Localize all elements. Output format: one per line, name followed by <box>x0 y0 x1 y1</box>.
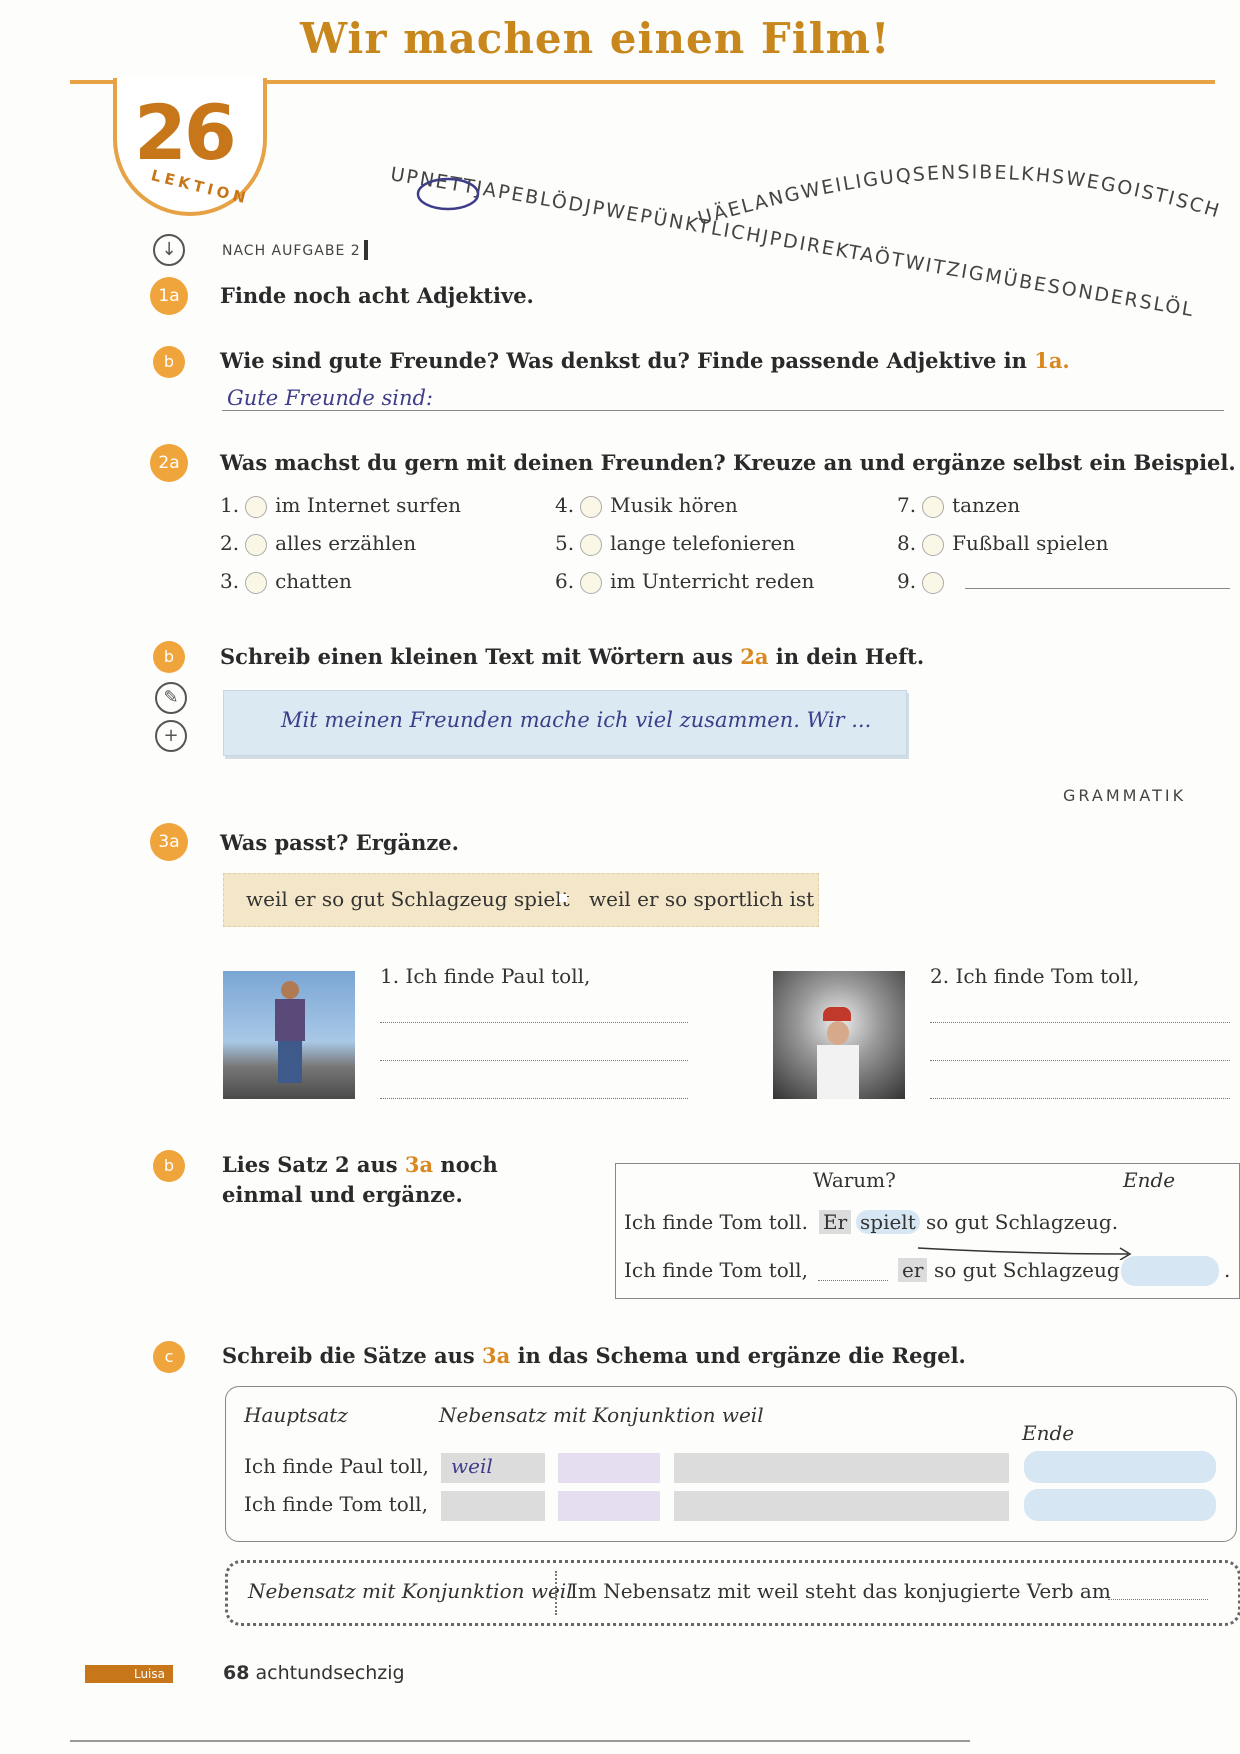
answer-blank[interactable] <box>818 1280 888 1281</box>
checkbox-circle[interactable] <box>580 495 603 518</box>
table-row-2-rest: so gut Schlagzeug <box>934 1258 1120 1282</box>
exercise-badge-3c: c <box>153 1341 185 1373</box>
word-bank: weil er so gut Schlagzeug spielt weil er… <box>223 873 819 927</box>
checklist-item: 1. im Internet surfen <box>220 493 461 518</box>
sentence-3a-1: 1. Ich finde Paul toll, <box>380 964 591 988</box>
puzzle-line-2: UÄELANGWEILIGUQSENSIBELKHSWEGOISTISCH <box>696 161 1222 229</box>
exercise-badge-3a: 3a <box>150 823 188 861</box>
grammar-schema: Hauptsatz Nebensatz mit Konjunktion weil… <box>225 1386 1237 1542</box>
word-bank-option[interactable]: weil er so gut Schlagzeug spielt <box>246 887 570 911</box>
photo-paul <box>223 971 355 1099</box>
schema-row-1: Ich finde Paul toll, <box>244 1454 429 1478</box>
table-row-1-subject: Er <box>819 1210 852 1234</box>
download-arrow-icon: ↓ <box>153 234 185 266</box>
checklist-item: 8. Fußball spielen <box>897 531 1109 556</box>
page-bottom-edge <box>70 1740 970 1742</box>
exercise-badge-2a: 2a <box>150 444 188 482</box>
example-sentence: Mit meinen Freunden mache ich viel zusam… <box>281 708 872 732</box>
checklist-item: 9. <box>897 569 952 594</box>
word-bank-option[interactable]: weil er so sportlich ist <box>589 887 814 911</box>
table-row-1-rest: so gut Schlagzeug. <box>926 1210 1119 1234</box>
exercise-2b-instruction: Schreib einen kleinen Text mit Wörtern a… <box>220 644 925 669</box>
answer-line-1b[interactable] <box>222 410 1224 411</box>
lesson-number: 26 <box>134 88 237 177</box>
table-row-1-verb: spielt <box>856 1210 920 1234</box>
checklist-item: 5. lange telefonieren <box>555 531 796 556</box>
sentence-3a-2: 2. Ich finde Tom toll, <box>930 964 1140 988</box>
schema-slot-middle[interactable] <box>674 1453 1009 1483</box>
schema-head-end: Ende <box>1022 1421 1075 1445</box>
verb-answer-slot[interactable] <box>1121 1256 1219 1286</box>
schema-slot-conjunction[interactable]: weil <box>441 1453 545 1483</box>
schema-slot-subject[interactable] <box>558 1453 660 1483</box>
checkbox-circle[interactable] <box>580 533 603 556</box>
schema-slot-subject[interactable] <box>558 1491 660 1521</box>
schema-slot-end[interactable] <box>1024 1451 1216 1483</box>
rule-divider <box>555 1571 557 1615</box>
table-head-warum: Warum? <box>813 1168 896 1192</box>
exercise-badge-1b: b <box>153 346 185 378</box>
exercise-1b-instruction: Wie sind gute Freunde? Was denkst du? Fi… <box>220 348 1070 373</box>
checkbox-circle[interactable] <box>922 571 945 594</box>
exercise-badge-1a: 1a <box>150 277 188 315</box>
checklist-item: 4. Musik hören <box>555 493 738 518</box>
exercise-1b-ref: 1a. <box>1034 348 1070 373</box>
schema-slot-conjunction[interactable] <box>441 1491 545 1521</box>
rule-box: Nebensatz mit Konjunktion weil Im Nebens… <box>225 1560 1240 1626</box>
handwritten-answer-1b: Gute Freunde sind: <box>227 386 434 410</box>
answer-line[interactable] <box>380 1098 688 1099</box>
checklist-item: 2. alles erzählen <box>220 531 417 556</box>
exercise-1b-text: Wie sind gute Freunde? Was denkst du? Fi… <box>220 348 1027 373</box>
svg-text:UÄELANGWEILIGUQSENSIBELKHSWEGO: UÄELANGWEILIGUQSENSIBELKHSWEGOISTISCH <box>696 161 1224 229</box>
rule-label: Nebensatz mit Konjunktion weil <box>248 1579 573 1603</box>
section-note: NACH AUFGABE 2 <box>222 243 361 259</box>
table-row-2-end: . <box>1224 1258 1231 1282</box>
section-marker <box>364 240 368 260</box>
schema-row-2: Ich finde Tom toll, <box>244 1492 428 1516</box>
checklist-item: 3. chatten <box>220 569 352 594</box>
table-row-2-start: Ich finde Tom toll, <box>624 1258 808 1282</box>
answer-line[interactable] <box>930 1098 1230 1099</box>
exercise-3c-instruction: Schreib die Sätze aus 3a in das Schema u… <box>222 1343 966 1368</box>
example-box: Mit meinen Freunden mache ich viel zusam… <box>223 690 907 756</box>
checklist-item: 6. im Unterricht reden <box>555 569 815 594</box>
page-title: Wir machen einen Film! <box>300 14 891 63</box>
checkbox-circle[interactable] <box>922 533 945 556</box>
exercise-3a-instruction: Was passt? Ergänze. <box>220 830 459 855</box>
answer-line[interactable] <box>380 1022 688 1023</box>
checkbox-circle[interactable] <box>922 495 945 518</box>
exercise-1a-instruction: Finde noch acht Adjektive. <box>220 283 534 308</box>
answer-line[interactable] <box>930 1022 1230 1023</box>
answer-line[interactable] <box>930 1060 1230 1061</box>
checklist-item: 7. tanzen <box>897 493 1021 518</box>
option-separator <box>559 894 567 902</box>
sentence-table: Warum? Ende Ich finde Tom toll. Er spiel… <box>615 1163 1240 1299</box>
schema-head-main: Hauptsatz <box>244 1403 348 1427</box>
exercise-2a-instruction: Was machst du gern mit deinen Freunden? … <box>220 450 1236 475</box>
rule-answer-blank[interactable] <box>1108 1599 1208 1600</box>
photo-tom <box>773 971 905 1099</box>
schema-slot-middle[interactable] <box>674 1491 1009 1521</box>
page-number: 68 achtundsechzig <box>223 1662 405 1684</box>
schema-slot-end[interactable] <box>1024 1489 1216 1521</box>
table-head-ende: Ende <box>1123 1168 1176 1192</box>
table-row-1-start: Ich finde Tom toll. <box>624 1210 808 1234</box>
character-tab: Luisa <box>85 1665 173 1683</box>
checkbox-circle[interactable] <box>245 571 268 594</box>
checkbox-circle[interactable] <box>245 533 268 556</box>
plus-icon: + <box>155 720 187 752</box>
table-row-2-subject: er <box>898 1258 928 1282</box>
exercise-3b-instruction: Lies Satz 2 aus 3a noch einmal und ergän… <box>222 1152 498 1207</box>
exercise-badge-2b: b <box>153 641 185 673</box>
checkbox-circle[interactable] <box>580 571 603 594</box>
grammar-heading: GRAMMATIK <box>1063 786 1187 805</box>
exercise-badge-3b: b <box>153 1150 185 1182</box>
rule-text: Im Nebensatz mit weil steht das konjugie… <box>570 1579 1111 1603</box>
answer-line[interactable] <box>380 1060 688 1061</box>
answer-line-2a[interactable] <box>965 588 1230 589</box>
notebook-icon: ✎ <box>155 682 187 714</box>
checkbox-circle[interactable] <box>245 495 268 518</box>
schema-head-sub: Nebensatz mit Konjunktion weil <box>439 1403 764 1427</box>
